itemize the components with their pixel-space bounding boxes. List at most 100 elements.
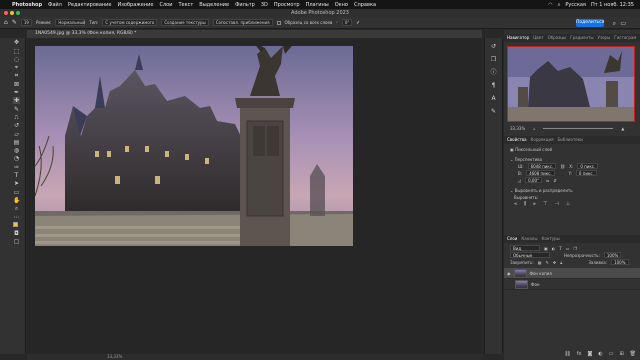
align-left-icon[interactable]: ⫷ [514, 201, 517, 208]
tab-swatches[interactable]: Образцы [548, 34, 567, 42]
lock-move-icon[interactable]: ✥ [553, 259, 556, 266]
align-middle-v-icon[interactable]: ⊣ [554, 201, 558, 208]
quick-mask-icon[interactable]: ◘ [13, 230, 20, 237]
create-texture-button[interactable]: Создание текстуры [161, 19, 209, 26]
pressure-icon[interactable]: ✐ [356, 20, 359, 25]
y-field[interactable]: 0 пикс. [575, 170, 597, 176]
tab-libraries[interactable]: Библиотеки [558, 136, 583, 144]
zoom-in-icon[interactable]: ▲ [621, 125, 624, 132]
align-bottom-icon[interactable]: ⊥ [566, 201, 570, 208]
menu-photoshop[interactable]: Photoshop [12, 2, 42, 8]
align-right-icon[interactable]: ⫸ [533, 201, 536, 208]
menu-type[interactable]: Текст [178, 2, 193, 8]
zoom-status[interactable]: 33,33% [107, 354, 122, 359]
group-icon[interactable]: ▭ [609, 351, 614, 358]
tab-gradients[interactable]: Градиенты [570, 34, 593, 42]
pen-tool-icon[interactable]: ✑ [13, 164, 20, 171]
healing-brush-tool-icon[interactable]: ✚ [13, 97, 20, 105]
zoom-slider[interactable] [543, 128, 614, 129]
menu-edit[interactable]: Редактирование [68, 2, 112, 8]
search-icon[interactable]: ⌕ [558, 2, 561, 8]
home-icon[interactable]: ⌂ [4, 19, 8, 26]
share-button[interactable]: Поделиться [576, 19, 604, 27]
tab-patterns[interactable]: Узоры [598, 34, 611, 42]
layer-comps-icon[interactable]: ❐ [490, 56, 498, 64]
fill-field[interactable]: 100% [611, 259, 629, 265]
filter-shape-icon[interactable]: ▭ [566, 245, 570, 252]
clock[interactable]: Пт 1 нояб. 12:35 [591, 2, 634, 8]
paragraph-icon[interactable]: ¶ [490, 82, 498, 90]
align-center-h-icon[interactable]: ⫼ [524, 201, 526, 208]
document-image[interactable] [35, 46, 353, 246]
history-icon[interactable]: ↺ [490, 43, 498, 51]
menu-plugins[interactable]: Плагины [306, 2, 329, 8]
blur-tool-icon[interactable]: ◍ [13, 147, 20, 154]
lock-icon[interactable]: 🔒︎ [560, 259, 562, 266]
path-select-tool-icon[interactable]: ➤ [13, 180, 20, 187]
opacity-field[interactable]: 100% [603, 252, 622, 258]
wifi-icon[interactable]: ◠ [548, 2, 552, 8]
filter-pixel-icon[interactable]: ▣ [544, 245, 548, 252]
x-field[interactable]: 0 пикс. [577, 163, 599, 169]
content-aware-button[interactable]: С учетом содержимого [102, 19, 158, 26]
angle-field[interactable]: 0° [341, 19, 353, 26]
mode-select[interactable]: Нормальный [55, 19, 86, 26]
crop-tool-icon[interactable]: ⌗ [13, 72, 20, 79]
sample-all-layers-checkbox[interactable] [276, 20, 281, 25]
layer-name[interactable]: Фон [531, 282, 540, 287]
close-window-button[interactable] [4, 11, 8, 15]
lock-brush-icon[interactable]: ✎ [545, 259, 548, 266]
angle-field[interactable]: 0,00° [525, 177, 542, 183]
flip-horizontal-icon[interactable]: ⇋ [546, 177, 549, 184]
layer-filter-select[interactable]: Вид [510, 245, 540, 251]
flip-vertical-icon[interactable]: ⇵ [553, 177, 556, 184]
align-header[interactable]: ⌄ Выровнять и распределить [504, 187, 640, 194]
menu-view[interactable]: Просмотр [274, 2, 300, 8]
shape-tool-icon[interactable]: ▭ [13, 189, 20, 196]
workspace-icon[interactable]: ▭ [620, 20, 626, 27]
adjustment-layer-icon[interactable]: ◐ [598, 351, 602, 358]
menu-help[interactable]: Справка [354, 2, 376, 8]
brush-size-picker[interactable]: 19 [20, 19, 32, 26]
navigator-zoom-value[interactable]: 33,33% [510, 125, 525, 132]
color-swatches-icon[interactable] [13, 221, 20, 229]
menu-file[interactable]: Файл [48, 2, 62, 8]
filter-type-icon[interactable]: T [559, 245, 561, 252]
trash-icon[interactable]: 🗑︎ [630, 351, 636, 358]
type-tool-icon[interactable]: T [13, 172, 20, 179]
layer-name[interactable]: Фон копия [530, 271, 552, 276]
frame-tool-icon[interactable]: ⊠ [13, 81, 20, 88]
navigator-preview[interactable] [507, 46, 635, 122]
dodge-tool-icon[interactable]: ◔ [13, 155, 20, 162]
height-field[interactable]: 4608 пикс. [526, 170, 555, 176]
info-icon[interactable]: ⓘ [490, 69, 498, 77]
menu-layers[interactable]: Слои [159, 2, 172, 8]
screen-mode-icon[interactable]: ▢ [13, 238, 20, 245]
eraser-tool-icon[interactable]: ▱ [13, 131, 20, 138]
marquee-tool-icon[interactable]: ⬚ [13, 48, 20, 55]
layer-row[interactable]: ◉ Фон копия [504, 268, 640, 279]
menu-window[interactable]: Окно [335, 2, 348, 8]
menu-3d[interactable]: 3D [261, 2, 268, 8]
character-icon[interactable]: A [490, 95, 498, 103]
align-top-icon[interactable]: ⊤ [543, 201, 547, 208]
link-icon[interactable]: ⛓ [560, 163, 565, 170]
brush-tool-icon[interactable]: ✎ [13, 106, 20, 113]
tab-navigator[interactable]: Навигатор [507, 34, 529, 42]
tab-properties[interactable]: Свойства [507, 136, 527, 144]
transform-header[interactable]: ⌄ Перспектива [504, 156, 640, 163]
search-icon[interactable]: ⌕ [613, 20, 616, 28]
menu-filter[interactable]: Фильтр [235, 2, 255, 8]
tab-adjustments[interactable]: Коррекция [531, 136, 554, 144]
minimize-window-button[interactable] [10, 11, 14, 15]
language-indicator[interactable]: Русская [565, 2, 586, 8]
layer-row[interactable]: Фон [504, 279, 640, 290]
tab-layers[interactable]: Слои [507, 235, 517, 243]
tab-color[interactable]: Цвет [533, 34, 543, 42]
width-field[interactable]: 6048 пикс. [527, 163, 557, 169]
zoom-out-icon[interactable]: ▵ [533, 125, 535, 132]
tab-histogram[interactable]: Гистограм [614, 34, 636, 42]
proximity-match-button[interactable]: Сопоставл. приближения [212, 19, 273, 26]
healing-brush-icon[interactable]: ✎ [12, 19, 17, 26]
quick-select-tool-icon[interactable]: ⌖ [13, 64, 20, 71]
